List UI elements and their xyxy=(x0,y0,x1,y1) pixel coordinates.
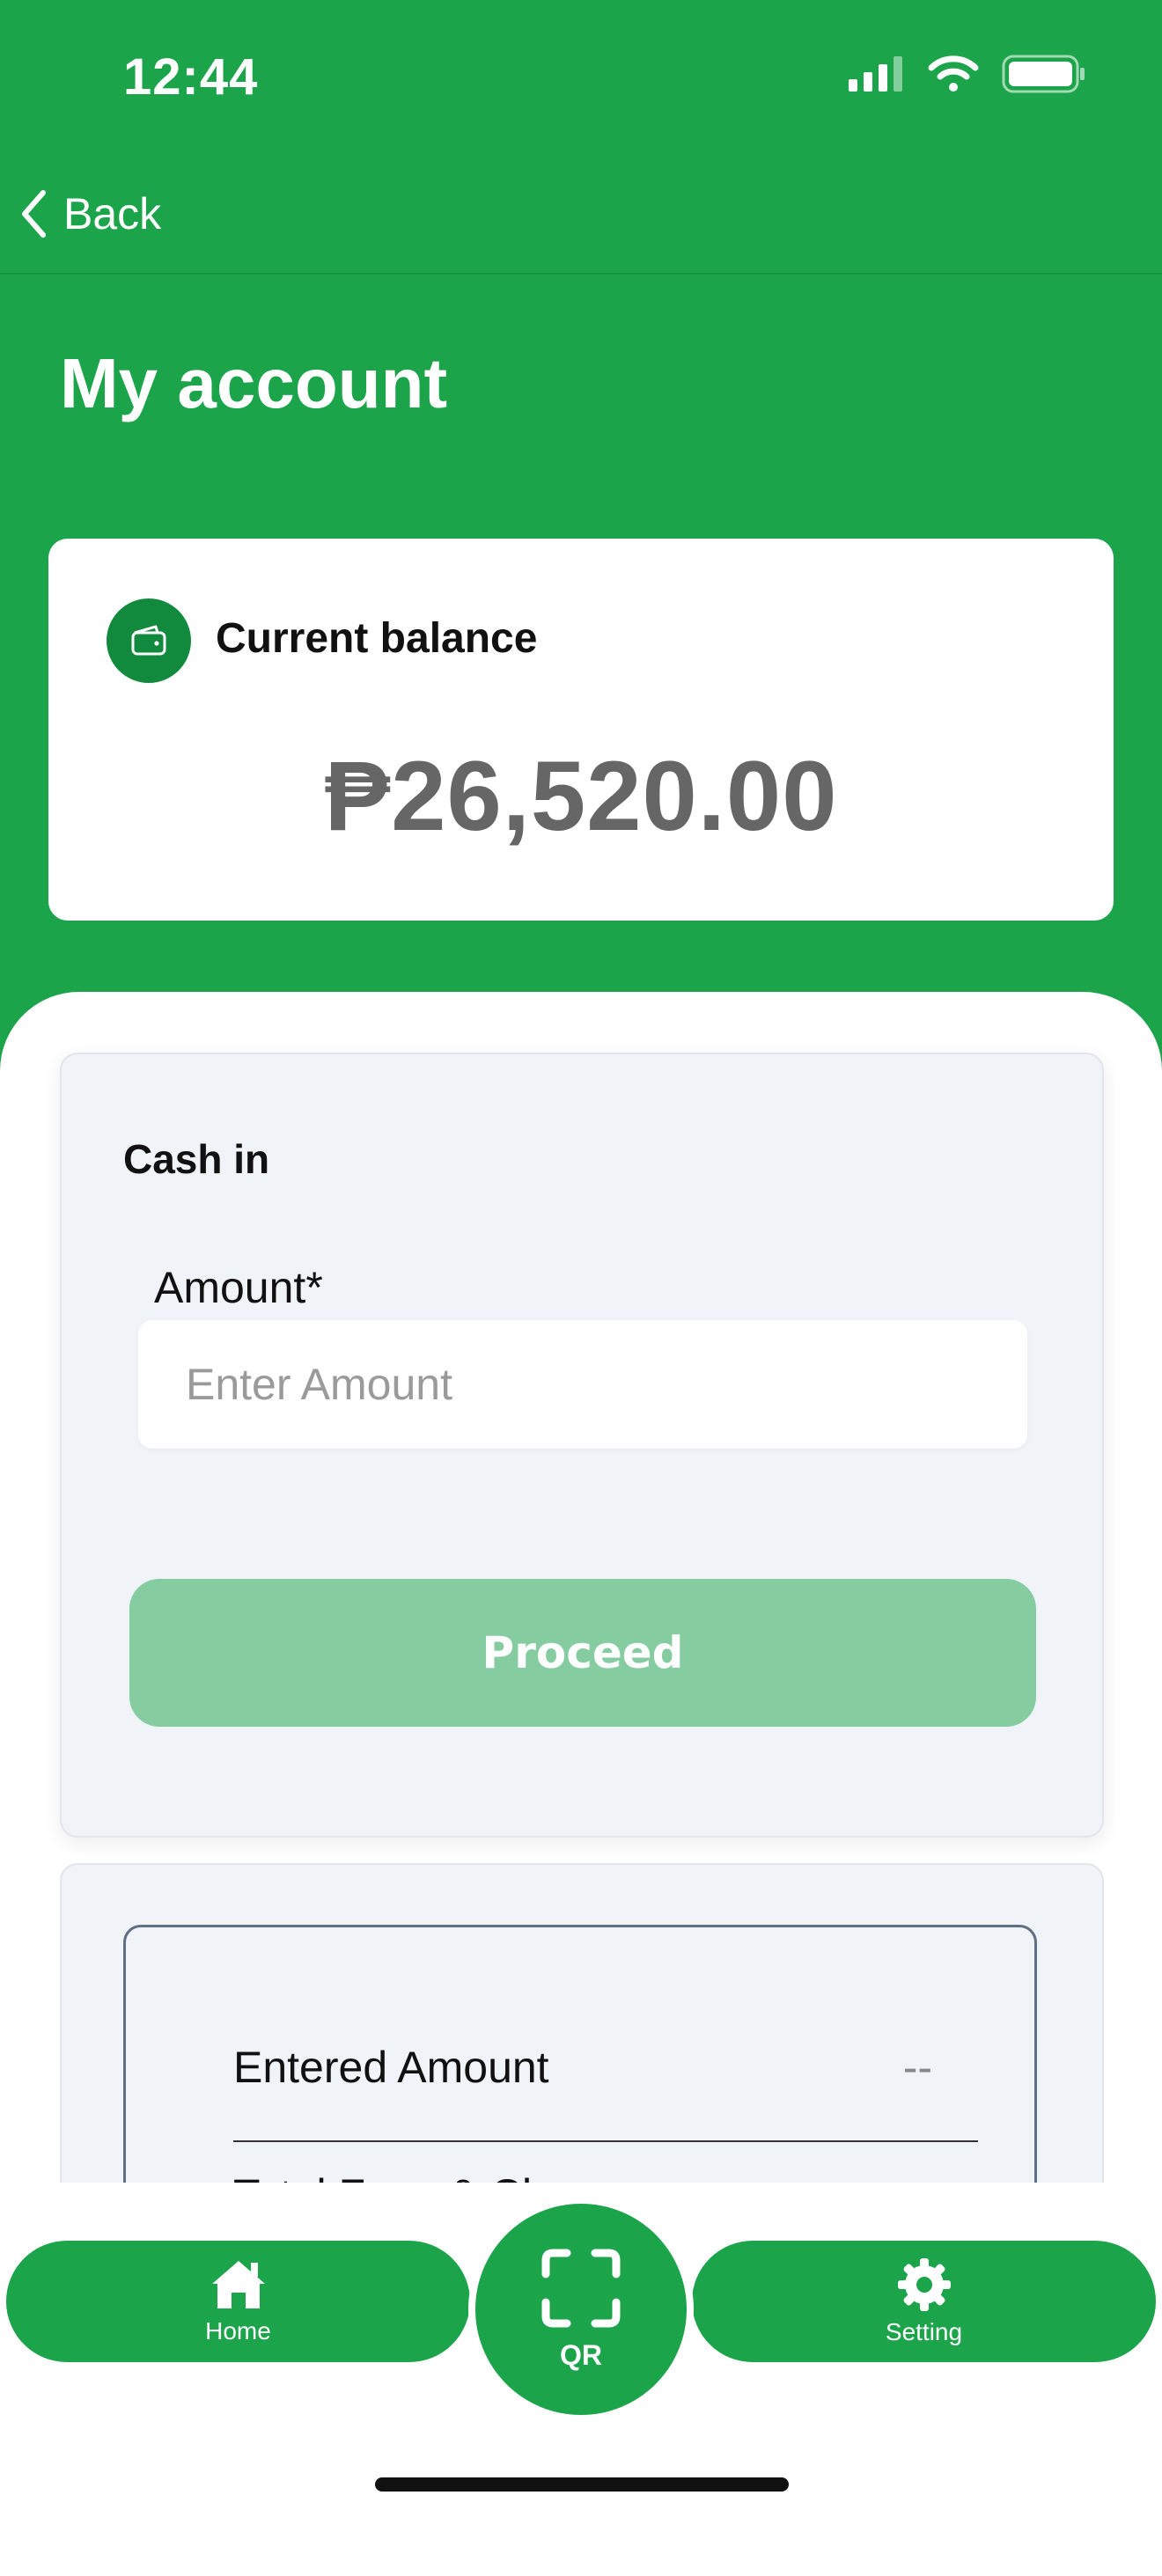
chevron-left-icon xyxy=(22,190,46,238)
wallet-badge xyxy=(107,598,191,683)
tab-setting[interactable]: Setting xyxy=(692,2241,1156,2362)
battery-icon xyxy=(1002,55,1085,93)
page-title: My account xyxy=(60,344,448,422)
wifi-icon xyxy=(928,55,979,92)
nav-bar: Back xyxy=(0,154,1162,275)
amount-label: Amount* xyxy=(154,1263,323,1312)
signal-icon xyxy=(849,56,902,92)
cash-in-card: Cash in Amount* Proceed xyxy=(60,1053,1104,1838)
back-button[interactable]: Back xyxy=(19,179,161,249)
status-time: 12:44 xyxy=(123,48,259,106)
home-icon xyxy=(211,2261,265,2308)
gear-icon xyxy=(897,2258,951,2311)
tab-home[interactable]: Home xyxy=(6,2241,470,2362)
status-icons xyxy=(849,55,1086,93)
balance-amount: ₱26,520.00 xyxy=(324,741,838,851)
amount-input[interactable] xyxy=(138,1320,1027,1449)
home-indicator xyxy=(375,2477,789,2492)
summary-row-value: -- xyxy=(902,2043,932,2092)
balance-label: Current balance xyxy=(216,615,538,662)
cash-in-title: Cash in xyxy=(123,1136,270,1182)
qr-scan-icon xyxy=(541,2249,621,2327)
bottom-tab-bar: Home Setting QR xyxy=(0,2183,1162,2524)
wallet-icon xyxy=(131,625,166,656)
balance-card: Current balance ₱26,520.00 xyxy=(48,539,1114,921)
qr-label: QR xyxy=(560,2338,602,2371)
qr-button[interactable]: QR xyxy=(468,2197,694,2422)
tab-home-label: Home xyxy=(205,2317,271,2345)
summary-row-entered-amount: Entered Amount -- xyxy=(233,2042,978,2142)
summary-row-label: Entered Amount xyxy=(233,2043,549,2092)
back-label: Back xyxy=(63,189,162,239)
proceed-button[interactable]: Proceed xyxy=(129,1579,1036,1727)
tab-setting-label: Setting xyxy=(885,2318,963,2345)
status-bar: 12:44 xyxy=(0,0,1162,154)
